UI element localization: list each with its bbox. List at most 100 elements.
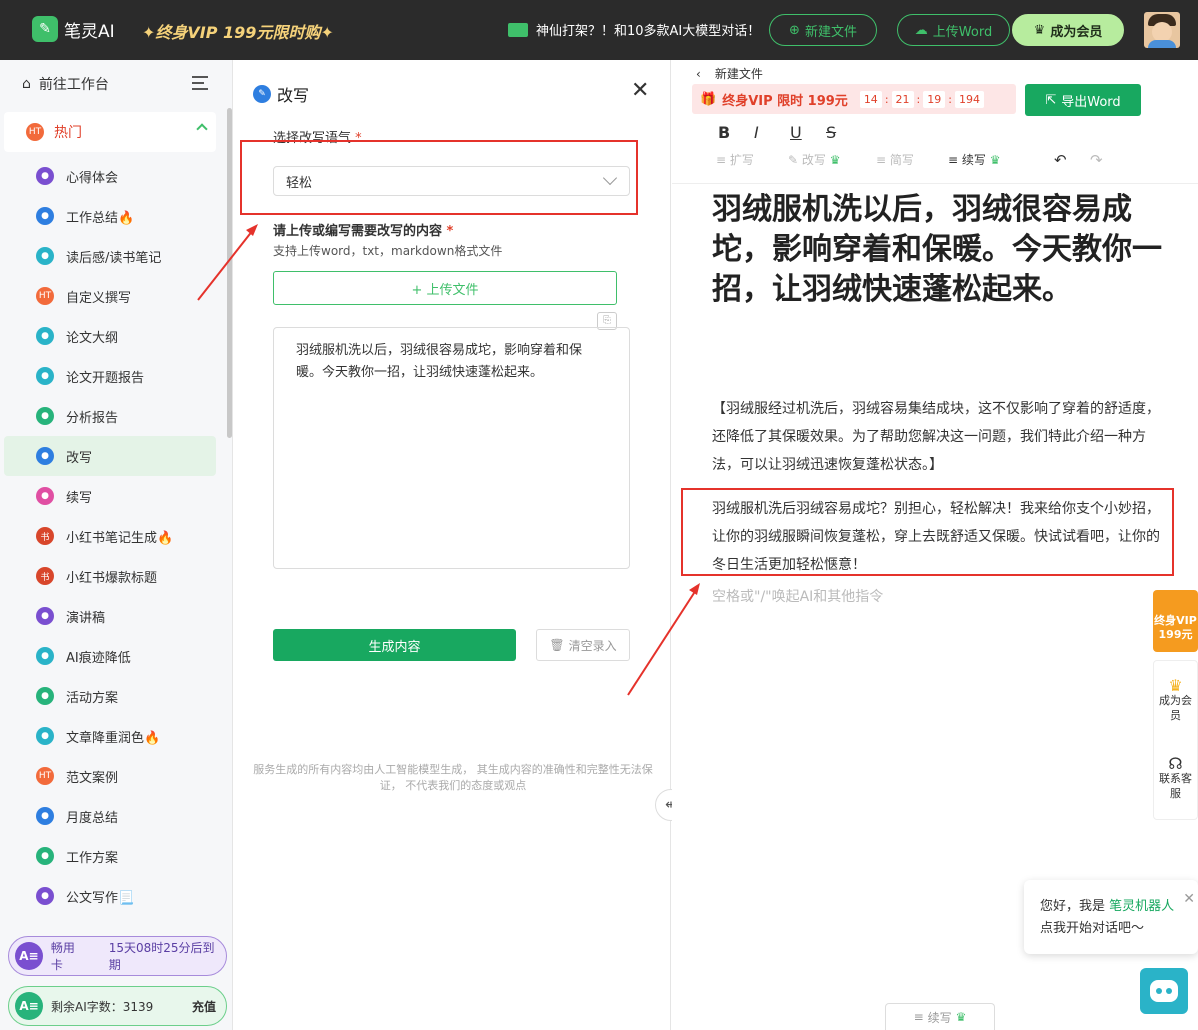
sidebar-item[interactable]: ● 论文开题报告 <box>4 356 216 396</box>
clear-label: 清空录入 <box>568 638 617 653</box>
continue-bottom-button[interactable]: ≡ 续写 ♛ <box>885 1003 995 1030</box>
sidebar-item[interactable]: 书小红书爆款标题 <box>4 556 216 596</box>
clear-button[interactable]: 🗑 清空录入 <box>536 629 630 661</box>
back-icon[interactable]: ‹ <box>696 67 701 81</box>
command-hint[interactable]: 空格或"/"唤起AI和其他指令 <box>712 586 883 606</box>
sidebar-scrollbar[interactable] <box>227 108 232 438</box>
sidebar-item[interactable]: ● 论文大纲 <box>4 316 216 356</box>
sidebar-item[interactable]: ● 续写 <box>4 476 216 516</box>
required-mark: * <box>446 224 454 239</box>
upload-word-label: 上传Word <box>932 24 993 40</box>
recharge-button[interactable]: 充值 <box>192 998 216 1015</box>
member-float-button[interactable]: ♛ 成为会员 <box>1154 661 1197 739</box>
support-note: 支持上传word，txt，markdown格式文件 <box>273 244 503 258</box>
become-member-label: 成为会员 <box>1050 24 1103 40</box>
sidebar-item[interactable]: ● 月度总结 <box>4 796 216 836</box>
vip-float-badge[interactable]: 终身VIP 199元 <box>1153 590 1198 652</box>
sidebar-item-label: 读后感/读书笔记 <box>66 250 162 266</box>
italic-button[interactable]: I <box>754 123 759 142</box>
continue-tool[interactable]: ≡ 续写 ♛ <box>948 151 1000 168</box>
sidebar-item[interactable]: ● 文章降重润色🔥 <box>4 716 216 756</box>
star-icon: ● <box>36 887 54 905</box>
toolbar-divider <box>672 183 1198 184</box>
sidebar-item[interactable]: HT 自定义撰写 <box>4 276 216 316</box>
sidebar-item[interactable]: HT 范文案例 <box>4 756 216 796</box>
countdown-timer: 14: 21: 19: 194 <box>859 90 984 108</box>
sidebar-item[interactable]: ● 心得体会 <box>4 156 216 196</box>
undo-icon[interactable]: ↶ <box>1054 151 1067 169</box>
expand-tool[interactable]: ≡ 扩写 <box>716 151 754 168</box>
avatar[interactable] <box>1144 12 1180 48</box>
new-file-label: 新建文件 <box>804 24 857 40</box>
become-member-button[interactable]: ♛ 成为会员 <box>1012 14 1124 46</box>
vip-countdown-bar[interactable]: 🎁 终身VIP 限时 199元 14: 21: 19: 194 <box>692 84 1016 114</box>
file-icon: ● <box>36 847 54 865</box>
simplify-tool[interactable]: ≡ 简写 <box>876 151 914 168</box>
generate-button[interactable]: 生成内容 <box>273 629 516 661</box>
sidebar-item[interactable]: ● 工作方案 <box>4 836 216 876</box>
file-icon: ● <box>36 687 54 705</box>
sidebar-item-label: 论文大纲 <box>66 330 119 346</box>
content-label-text: 请上传或编写需要改写的内容 <box>273 224 443 239</box>
sidebar-item[interactable]: ● 演讲稿 <box>4 596 216 636</box>
underline-button[interactable]: U <box>790 123 802 142</box>
export-word-button[interactable]: ⇱ 导出Word <box>1025 84 1141 116</box>
chat-bubble[interactable]: 您好，我是 笔灵机器人 点我开始对话吧～ ✕ <box>1024 880 1198 954</box>
notice[interactable]: 神仙打架？！和10多款AI大模型对话！ <box>508 20 760 39</box>
strikethrough-button[interactable]: S <box>826 123 836 142</box>
workspace-link[interactable]: ⌂ 前往工作台 <box>22 74 109 94</box>
plus-icon: ⊕ <box>789 22 800 38</box>
vip-promo-banner[interactable]: ✦终身VIP 199元限时购✦ <box>142 19 334 43</box>
vip-countdown-text: 终身VIP 限时 199元 <box>722 93 848 109</box>
sidebar-item-label: AI痕迹降低 <box>66 650 131 666</box>
robot-icon[interactable] <box>1140 968 1188 1014</box>
continue-label: 续写 <box>961 153 986 167</box>
vip-card[interactable]: A≡ 畅用卡 15天08时25分后到期 <box>8 936 227 976</box>
home-icon: ⌂ <box>22 76 31 92</box>
rewrite-icon: ✎ <box>253 85 271 103</box>
chat-bot-name: 笔灵机器人 <box>1109 899 1175 914</box>
sidebar-item-label: 心得体会 <box>66 170 119 186</box>
chat-greeting: 您好，我是 <box>1040 899 1106 914</box>
continue-icon: ≡ <box>913 1010 924 1024</box>
content-textarea[interactable]: 羽绒服机洗以后，羽绒很容易成坨，影响穿着和保暖。今天教你一招，让羽绒快速蓬松起来… <box>273 327 630 569</box>
expand-label: 扩写 <box>729 153 754 167</box>
sidebar-list: ● 心得体会 ● 工作总结🔥 ● 读后感/读书笔记 HT 自定义撰写 ● 论文大纲 ● 论文开题报告 ●… <box>4 156 216 916</box>
app-logo[interactable]: ✎ 笔灵AI <box>32 16 115 42</box>
menu-toggle-icon[interactable] <box>192 76 208 90</box>
sidebar-item-label: 月度总结 <box>66 810 119 826</box>
rewrite-panel: ✎ 改写 ✕ 选择改写语气 * 轻松 请上传或编写需要改写的内容 * 支持上传w… <box>233 60 671 1030</box>
upload-word-button[interactable]: ☁ 上传Word <box>897 14 1010 46</box>
service-float-label: 联系客服 <box>1159 771 1192 800</box>
close-icon[interactable]: ✕ <box>1183 888 1195 910</box>
crown-icon: ♛ <box>989 153 1001 167</box>
document-heading[interactable]: 羽绒服机洗以后，羽绒很容易成坨，影响穿着和保暖。今天教你一招，让羽绒快速蓬松起来… <box>712 190 1162 310</box>
hot-section-header[interactable]: HT 热门 <box>4 112 216 152</box>
sidebar-item[interactable]: ● 工作总结🔥 <box>4 196 216 236</box>
service-float-button[interactable]: ☊ 联系客服 <box>1154 739 1197 817</box>
upload-icon: ☁ <box>914 22 928 38</box>
sidebar-item[interactable]: ● 改写 <box>4 436 216 476</box>
doc-icon: ● <box>36 367 54 385</box>
sidebar-item[interactable]: ● 活动方案 <box>4 676 216 716</box>
sidebar-item[interactable]: 书小红书笔记生成🔥 <box>4 516 216 556</box>
sidebar-item[interactable]: ● AI痕迹降低 <box>4 636 216 676</box>
sidebar-item-label: 活动方案 <box>66 690 119 706</box>
sidebar-item[interactable]: ● 公文写作📃 <box>4 876 216 916</box>
new-file-button[interactable]: ⊕ 新建文件 <box>769 14 877 46</box>
sidebar-item-label: 工作总结🔥 <box>66 210 135 226</box>
redo-icon[interactable]: ↷ <box>1090 151 1103 169</box>
paragraph-1[interactable]: 【羽绒服经过机洗后，羽绒容易集结成块，这不仅影响了穿着的舒适度，还降低了其保暖效… <box>712 395 1162 479</box>
panel-title-text: 改写 <box>277 86 310 105</box>
rewrite-tool[interactable]: ✎ 改写 ♛ <box>788 151 840 168</box>
speaker-icon <box>508 22 528 37</box>
bold-button[interactable]: B <box>718 123 730 142</box>
rewrite-icon: ● <box>36 447 54 465</box>
upload-file-button[interactable]: + 上传文件 <box>273 271 617 305</box>
close-icon[interactable]: ✕ <box>631 80 649 102</box>
rewrite-label: 改写 <box>801 153 826 167</box>
sidebar-item[interactable]: ● 分析报告 <box>4 396 216 436</box>
sidebar-item-label: 演讲稿 <box>66 610 106 626</box>
sidebar-item[interactable]: ● 读后感/读书笔记 <box>4 236 216 276</box>
doc-icon: ● <box>36 727 54 745</box>
